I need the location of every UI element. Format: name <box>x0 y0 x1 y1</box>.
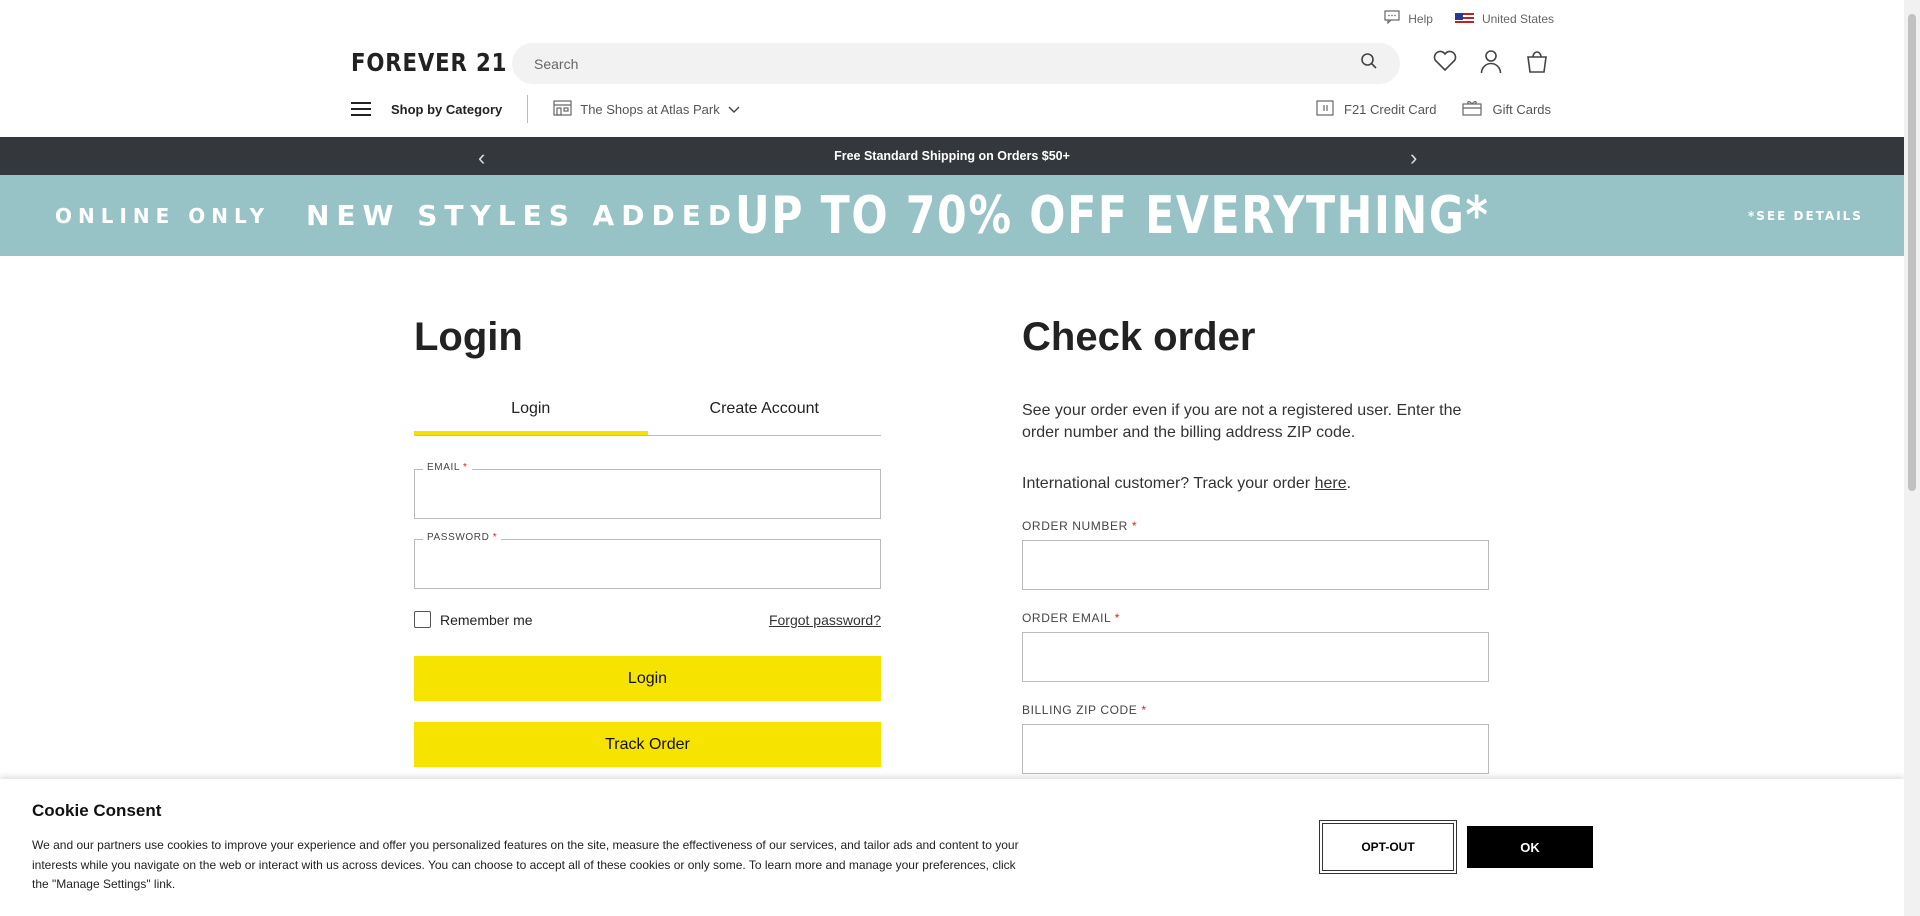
category-nav: Shop by Category The Shops at Atlas Park… <box>351 95 1551 123</box>
chevron-left-icon[interactable]: ‹ <box>478 145 485 171</box>
chat-icon <box>1384 10 1400 27</box>
credit-card-link[interactable]: F21 Credit Card <box>1316 99 1437 119</box>
promo-text[interactable]: Free Standard Shipping on Orders $50+ <box>834 149 1070 163</box>
billing-zip-field[interactable] <box>1022 724 1489 774</box>
search-input[interactable] <box>534 55 1360 72</box>
billing-zip-input[interactable] <box>1023 725 1488 773</box>
cookie-title: Cookie Consent <box>32 801 162 820</box>
sale-banner[interactable]: ONLINE ONLY NEW STYLES ADDED! UP TO 70% … <box>0 175 1904 256</box>
login-button[interactable]: Login <box>414 656 881 701</box>
login-title: Login <box>414 315 523 359</box>
check-order-section: Check order See your order even if you a… <box>1022 315 1489 774</box>
password-input[interactable] <box>415 540 880 588</box>
header-actions <box>1432 48 1550 74</box>
us-flag-icon <box>1454 12 1474 25</box>
nav-right-links: F21 Credit Card Gift Cards <box>1316 99 1551 119</box>
credit-card-icon <box>1316 99 1334 119</box>
store-selector[interactable]: The Shops at Atlas Park <box>553 99 740 119</box>
logo[interactable]: FOREVER 21 <box>351 48 507 77</box>
gift-cards-label: Gift Cards <box>1492 101 1551 117</box>
cookie-text: We and our partners use cookies to impro… <box>32 838 1019 891</box>
banner-new-styles: NEW STYLES ADDED! <box>306 199 758 232</box>
utility-bar: Help United States <box>1384 10 1554 27</box>
promo-bar: ‹ Free Standard Shipping on Orders $50+ … <box>0 137 1904 175</box>
scrollbar[interactable] <box>1904 0 1920 916</box>
region-label: United States <box>1481 11 1554 26</box>
chevron-down-icon <box>728 102 740 117</box>
divider <box>527 95 529 123</box>
shopping-bag-icon[interactable] <box>1524 48 1550 74</box>
order-number-label: ORDER NUMBER * <box>1022 519 1138 533</box>
order-number-input[interactable] <box>1023 541 1488 589</box>
track-order-button[interactable]: Track Order <box>414 722 881 767</box>
region-selector[interactable]: United States <box>1454 11 1554 26</box>
email-label: EMAIL * <box>423 462 472 473</box>
cookie-consent-banner: Cookie Consent We and our partners use c… <box>0 779 1904 916</box>
forgot-password-link[interactable]: Forgot password? <box>769 612 881 628</box>
banner-headline: UP TO 70% OFF EVERYTHING* <box>735 185 1490 246</box>
search-bar[interactable] <box>512 43 1400 84</box>
tab-login[interactable]: Login <box>414 392 648 435</box>
chevron-right-icon[interactable]: › <box>1410 145 1417 171</box>
order-number-field[interactable] <box>1022 540 1489 590</box>
account-icon[interactable] <box>1478 48 1504 74</box>
shop-by-category-link[interactable]: Shop by Category <box>391 102 502 117</box>
password-field[interactable]: PASSWORD * <box>414 532 881 589</box>
order-email-field[interactable] <box>1022 632 1489 682</box>
opt-out-button[interactable]: OPT-OUT <box>1319 820 1457 874</box>
order-email-input[interactable] <box>1023 633 1488 681</box>
heart-icon[interactable] <box>1432 48 1458 74</box>
check-order-description: See your order even if you are not a reg… <box>1022 402 1462 441</box>
help-link[interactable]: Help <box>1384 10 1433 27</box>
email-field[interactable]: EMAIL * <box>414 462 881 519</box>
check-order-title: Check order <box>1022 315 1256 359</box>
ok-button[interactable]: OK <box>1467 826 1593 868</box>
billing-zip-label: BILLING ZIP CODE * <box>1022 703 1147 717</box>
international-note: International customer? Track your order… <box>1022 475 1352 492</box>
track-here-link[interactable]: here <box>1315 475 1347 492</box>
login-section: Login Login Create Account EMAIL * PASSW… <box>414 315 881 767</box>
gift-cards-link[interactable]: Gift Cards <box>1462 100 1551 119</box>
tab-create-account[interactable]: Create Account <box>648 392 882 435</box>
login-options: Remember me Forgot password? <box>414 611 881 628</box>
store-label: The Shops at Atlas Park <box>580 101 720 117</box>
search-icon[interactable] <box>1360 52 1378 75</box>
order-email-label: ORDER EMAIL * <box>1022 611 1121 625</box>
gift-icon <box>1462 100 1483 119</box>
banner-online-only: ONLINE ONLY <box>55 203 271 228</box>
scrollbar-thumb[interactable] <box>1908 14 1916 491</box>
login-tabs: Login Create Account <box>414 392 881 436</box>
menu-icon[interactable] <box>351 102 371 116</box>
email-input[interactable] <box>415 470 880 518</box>
remember-me-checkbox[interactable] <box>414 611 431 628</box>
see-details-link[interactable]: *SEE DETAILS <box>1748 209 1863 223</box>
credit-card-label: F21 Credit Card <box>1344 101 1437 117</box>
help-label: Help <box>1408 11 1433 26</box>
store-icon <box>553 99 572 119</box>
password-label: PASSWORD * <box>423 532 502 543</box>
remember-me-label[interactable]: Remember me <box>440 612 533 628</box>
